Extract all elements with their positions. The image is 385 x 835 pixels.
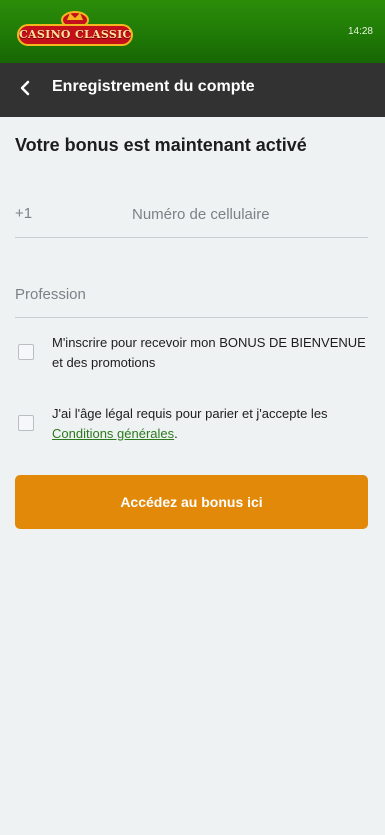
casino-classic-logo[interactable]: CASINO CLASSIC: [14, 8, 136, 54]
country-code-prefix[interactable]: +1: [15, 205, 32, 222]
profession-input[interactable]: [15, 280, 368, 308]
logo-wordmark: CASINO CLASSIC: [17, 24, 133, 46]
promotions-opt-in-row: M'inscrire pour recevoir mon BONUS DE BI…: [15, 333, 368, 373]
terms-checkbox[interactable]: [18, 415, 34, 431]
terms-label-end: .: [174, 426, 178, 441]
terms-label-text: J'ai l'âge légal requis pour parier et j…: [52, 406, 328, 421]
top-bar: CASINO CLASSIC 14:28: [0, 0, 385, 63]
terms-checkbox-label: J'ai l'âge légal requis pour parier et j…: [52, 404, 368, 444]
promotions-checkbox-label: M'inscrire pour recevoir mon BONUS DE BI…: [52, 335, 366, 370]
header-title: Enregistrement du compte: [52, 78, 255, 95]
back-arrow-icon[interactable]: [14, 76, 38, 100]
profession-field: [15, 270, 368, 318]
status-time: 14:28: [347, 26, 373, 37]
terms-conditions-link[interactable]: Conditions générales: [52, 426, 174, 441]
promotions-checkbox[interactable]: [18, 344, 34, 360]
page-title: Votre bonus est maintenant activé: [15, 135, 307, 155]
phone-number-input[interactable]: [132, 200, 368, 228]
access-bonus-button[interactable]: Accédez au bonus ici: [15, 475, 368, 529]
phone-field: +1: [15, 190, 368, 238]
page-header: Enregistrement du compte: [0, 63, 385, 117]
terms-consent-row: J'ai l'âge légal requis pour parier et j…: [15, 404, 368, 444]
